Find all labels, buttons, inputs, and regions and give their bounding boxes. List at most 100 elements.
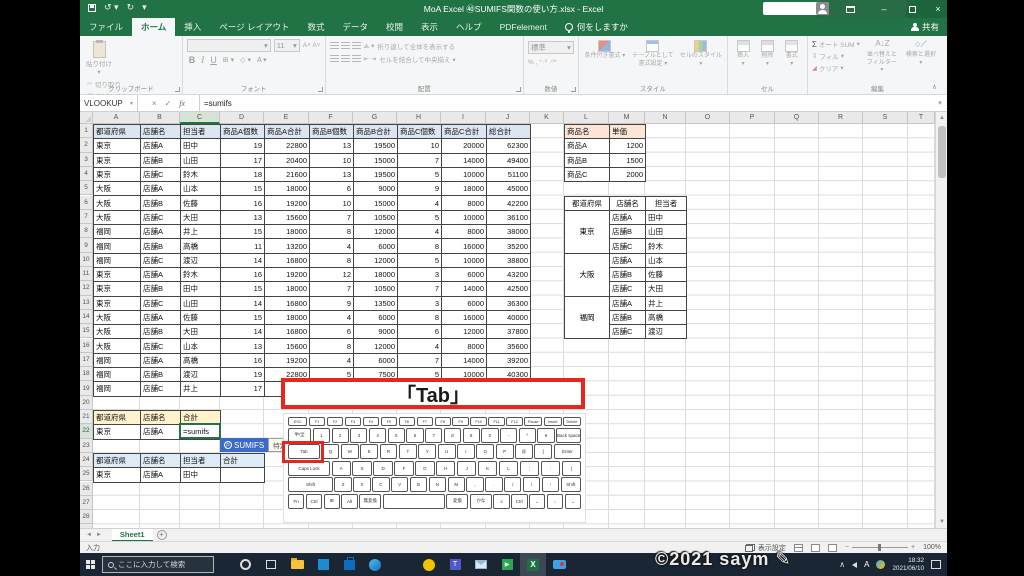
cell[interactable]: 17 — [221, 382, 265, 396]
tray-color-icon[interactable] — [876, 560, 885, 569]
cell[interactable]: 店舗C — [610, 282, 646, 296]
cell[interactable]: 19 — [221, 368, 265, 382]
cell[interactable]: 店舗B — [141, 154, 181, 168]
cell[interactable]: 商品C個数 — [398, 125, 442, 139]
cell[interactable]: 43200 — [487, 268, 531, 282]
cell[interactable]: 19200 — [265, 354, 310, 368]
column-header-R[interactable]: R — [819, 112, 863, 124]
cell[interactable]: 都道府県 — [94, 411, 141, 425]
insert-function-icon[interactable]: fx — [179, 99, 185, 108]
file-explorer-button[interactable] — [284, 553, 310, 576]
cell[interactable]: 18000 — [265, 182, 310, 196]
cell[interactable]: 8 — [398, 239, 442, 253]
cell[interactable]: 16 — [221, 196, 265, 210]
cell[interactable]: 店舗B — [141, 196, 181, 210]
pinned-app-button[interactable] — [416, 553, 442, 576]
cell[interactable]: 13 — [221, 211, 265, 225]
format-as-table-button[interactable]: テーブルとして書式設定 ▾ — [631, 40, 675, 68]
cell[interactable]: 16800 — [265, 254, 310, 268]
menu-tab-ヘルプ[interactable]: ヘルプ — [447, 18, 491, 36]
cell[interactable]: 東京 — [94, 282, 141, 296]
row-header-28[interactable]: 28 — [80, 510, 93, 524]
page-break-view-icon[interactable] — [828, 544, 837, 552]
cell[interactable]: 福岡 — [94, 354, 141, 368]
cell[interactable]: 22800 — [265, 139, 310, 153]
zoom-slider[interactable]: −+ — [845, 544, 915, 551]
row-header-1[interactable]: 1 — [80, 124, 93, 138]
cell[interactable]: 店舗名 — [141, 454, 181, 468]
cell[interactable]: 山田 — [181, 297, 221, 311]
cell[interactable]: 10 — [310, 196, 354, 210]
cell[interactable]: 18000 — [265, 282, 310, 296]
cell[interactable]: 大阪 — [94, 311, 141, 325]
cell[interactable]: 6000 — [354, 239, 398, 253]
cell[interactable]: 2000 — [610, 168, 646, 182]
cell[interactable]: 店舗A — [141, 139, 181, 153]
cell[interactable]: 21600 — [265, 168, 310, 182]
cell[interactable]: 14000 — [442, 354, 487, 368]
normal-view-icon[interactable] — [794, 544, 803, 552]
cell[interactable]: 14 — [221, 325, 265, 339]
cell[interactable] — [221, 468, 265, 482]
cell[interactable]: 福岡 — [94, 225, 141, 239]
cell[interactable]: 東京 — [94, 468, 141, 482]
cell[interactable]: 東京 — [94, 268, 141, 282]
cell[interactable]: 13 — [310, 168, 354, 182]
cell[interactable]: 10500 — [354, 282, 398, 296]
cell[interactable]: 大田 — [646, 282, 687, 296]
format-cells-button[interactable]: 書式▾ — [781, 40, 803, 68]
cell[interactable]: 店舗A — [610, 297, 646, 311]
cell[interactable]: 店舗B — [141, 325, 181, 339]
cell[interactable]: 6000 — [354, 354, 398, 368]
cell[interactable]: 鈴木 — [646, 239, 687, 253]
column-header-G[interactable]: G — [353, 112, 397, 124]
cell[interactable]: 6 — [398, 325, 442, 339]
cell[interactable]: 10 — [398, 139, 442, 153]
cell[interactable]: 6 — [310, 182, 354, 196]
cell[interactable]: 福岡 — [94, 382, 141, 396]
cell[interactable]: 渡辺 — [181, 368, 221, 382]
cell[interactable]: 6000 — [442, 297, 487, 311]
row-header-7[interactable]: 7 — [80, 210, 93, 224]
cell[interactable]: 15 — [221, 282, 265, 296]
cell[interactable]: 3 — [398, 268, 442, 282]
cell[interactable]: 商品A — [565, 139, 610, 153]
cell[interactable]: 佐藤 — [181, 311, 221, 325]
font-name-select[interactable]: ▾ — [187, 39, 271, 52]
cell[interactable]: 店舗B — [610, 225, 646, 239]
action-center-icon[interactable] — [931, 560, 941, 569]
menu-tab-表示[interactable]: 表示 — [412, 18, 447, 36]
cell[interactable]: 大阪 — [94, 325, 141, 339]
page-layout-view-icon[interactable] — [811, 544, 820, 552]
row-header-27[interactable]: 27 — [80, 496, 93, 510]
cell[interactable]: 18000 — [265, 311, 310, 325]
cell[interactable]: 1200 — [610, 139, 646, 153]
cell[interactable]: 店舗C — [141, 211, 181, 225]
row-header-25[interactable]: 25 — [80, 467, 93, 481]
cell[interactable]: 16 — [221, 354, 265, 368]
cell[interactable]: 井上 — [646, 297, 687, 311]
scroll-down-icon[interactable]: ▼ — [936, 516, 947, 528]
cell[interactable]: 12000 — [354, 339, 398, 353]
cell[interactable]: 大田 — [181, 211, 221, 225]
cell[interactable]: 店舗A — [141, 225, 181, 239]
row-header-24[interactable]: 24 — [80, 453, 93, 467]
cell[interactable]: 18000 — [442, 182, 487, 196]
store-button[interactable] — [336, 553, 362, 576]
cell[interactable]: 4 — [310, 239, 354, 253]
ime-mode-indicator[interactable]: A — [864, 560, 869, 569]
indent-icons[interactable]: ⇤ ⇥ — [364, 55, 377, 63]
cell[interactable]: 店舗A — [610, 211, 646, 225]
cell[interactable]: 福岡 — [94, 254, 141, 268]
fill-color-icon[interactable]: ◇ ▾ — [240, 56, 251, 64]
cell[interactable]: 山田 — [646, 225, 687, 239]
cortana-button[interactable] — [232, 553, 258, 576]
column-header-P[interactable]: P — [730, 112, 775, 124]
cell[interactable]: 4 — [398, 196, 442, 210]
row-header-22[interactable]: 22 — [80, 424, 93, 438]
cell[interactable]: 7 — [398, 154, 442, 168]
cell[interactable]: 店舗C — [141, 254, 181, 268]
vertical-align-icons[interactable] — [330, 42, 361, 50]
cell[interactable]: 東京 — [94, 297, 141, 311]
cell[interactable]: 担当者 — [646, 197, 687, 211]
